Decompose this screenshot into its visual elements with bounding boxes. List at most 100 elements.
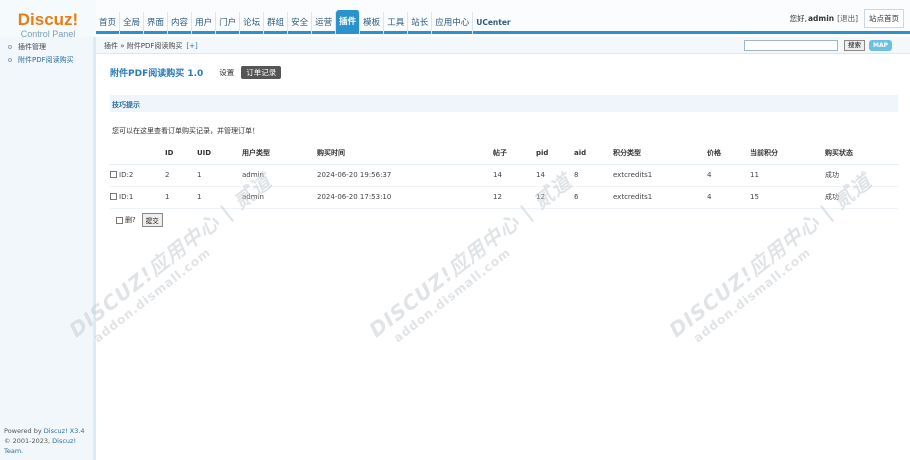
column-header: 购买状态 [825, 143, 898, 165]
nav-extended[interactable]: 运营 [312, 12, 337, 34]
nav-cloudaddons[interactable]: 应用中心 [432, 12, 474, 34]
row-select-label: ID:2 [119, 171, 134, 179]
row-select-cell: ID:1 [110, 186, 165, 209]
search-button[interactable]: 搜索 [844, 40, 865, 51]
row-select-label: ID:1 [119, 193, 134, 201]
add-shortcut-link[interactable]: [+] [186, 42, 197, 50]
table-row: ID:2 2 1 admin 2024-06-20 19:56:37 14 14… [110, 164, 898, 187]
bulk-actions: 删? 提交 [116, 213, 163, 227]
cell-aid: 8 [574, 164, 613, 187]
cell-tid: 12 [493, 186, 536, 209]
cell-time: 2024-06-20 19:56:37 [317, 164, 493, 187]
logo-text: Discuz! [17, 10, 79, 29]
tip-text: 您可以在这里查看订单购买记录，并管理订单！ [112, 127, 259, 135]
sidebar-item-label: 附件PDF阅读购买 [18, 55, 74, 64]
user-area: 您好, admin [退出] 站点首页 [790, 9, 904, 28]
nav-tools[interactable]: 工具 [384, 12, 409, 34]
tab-orders[interactable]: 订单记录 [241, 66, 282, 79]
tip-bar: 技巧提示 [110, 95, 898, 112]
product-link[interactable]: Discuz! X3.4 [44, 427, 85, 435]
column-header-select [110, 143, 165, 165]
sub-bar: 插件 » 附件PDF阅读购买 [+] 搜索 MAP [96, 37, 910, 54]
table-header-row: ID UID 用户类型 购买时间 帖子 pid aid 积分类型 价格 当前积分… [110, 143, 898, 165]
page-title: 附件PDF阅读购买 1.0 [110, 69, 204, 79]
powered-by: Powered by [4, 427, 42, 435]
watermark-line2: addon.dismall.com [390, 245, 514, 346]
table-row: ID:1 1 1 admin 2024-06-20 17:53:10 12 12… [110, 186, 898, 209]
bullet-icon [8, 57, 12, 62]
column-header: 帖子 [493, 143, 536, 165]
submit-button[interactable]: 提交 [141, 213, 163, 227]
column-header: pid [536, 143, 574, 165]
nav-plugin[interactable]: 插件 [336, 10, 361, 34]
sidebar: 插件管理 附件PDF阅读购买 Powered by Discuz! X3.4 ©… [0, 37, 96, 460]
nav-forum[interactable]: 论坛 [240, 12, 265, 34]
nav-founder[interactable]: 站长 [408, 12, 433, 34]
main-content: 附件PDF阅读购买 1.0 设置 订单记录 技巧提示 您可以在这里查看订单购买记… [110, 54, 900, 227]
orders-table: ID UID 用户类型 购买时间 帖子 pid aid 积分类型 价格 当前积分… [110, 143, 898, 209]
nav-group[interactable]: 群组 [264, 12, 289, 34]
row-select-cell: ID:2 [110, 164, 165, 187]
tab-settings[interactable]: 设置 [219, 67, 234, 78]
tip-title: 技巧提示 [112, 101, 140, 109]
cell-status: 成功 [825, 186, 898, 209]
site-home-button[interactable]: 站点首页 [864, 9, 904, 28]
cell-usertype: admin [242, 164, 317, 187]
cell-id: 2 [165, 164, 197, 187]
cell-uid: 1 [197, 186, 242, 209]
cell-credit-type: extcredits1 [613, 186, 707, 209]
cell-pid: 14 [536, 164, 574, 187]
cell-current-credit: 15 [750, 186, 825, 209]
watermark-line2: addon.dismall.com [690, 245, 814, 346]
sidebar-item-label: 插件管理 [18, 42, 46, 51]
nav-home[interactable]: 首页 [96, 12, 121, 34]
delete-label: 删? [125, 216, 136, 224]
greeting: 您好, [789, 14, 807, 23]
row-checkbox[interactable] [110, 193, 117, 200]
column-header: ID [165, 143, 197, 165]
nav-template[interactable]: 模板 [360, 12, 385, 34]
sidebar-item-plugin-manage[interactable]: 插件管理 [0, 40, 93, 53]
sidebar-item-pdf-purchase[interactable]: 附件PDF阅读购买 [0, 53, 93, 66]
cell-uid: 1 [197, 164, 242, 187]
sidebar-list: 插件管理 附件PDF阅读购买 [0, 37, 93, 65]
sidebar-footer: Powered by Discuz! X3.4 © 2001-2023, Dis… [4, 426, 93, 456]
column-header: 积分类型 [613, 143, 707, 165]
copyright: © 2001-2023, [4, 437, 51, 445]
admin-panel: Discuz! Control Panel 首页 全局 界面 内容 用户 门户 … [0, 0, 910, 460]
map-button[interactable]: MAP [869, 40, 893, 51]
column-header: 购买时间 [317, 143, 493, 165]
row-checkbox[interactable] [110, 171, 117, 178]
nav-global[interactable]: 全局 [120, 12, 145, 34]
logo[interactable]: Discuz! Control Panel [0, 0, 96, 39]
cell-id: 1 [165, 186, 197, 209]
column-header: 用户类型 [242, 143, 317, 165]
search-input[interactable] [744, 40, 838, 51]
nav-content[interactable]: 内容 [168, 12, 193, 34]
breadcrumb: 插件 » 附件PDF阅读购买 [+] [104, 41, 198, 51]
cell-status: 成功 [825, 164, 898, 187]
column-header: 当前积分 [750, 143, 825, 165]
nav-safe[interactable]: 安全 [288, 12, 313, 34]
nav-ucenter[interactable]: UCenter [473, 12, 513, 34]
top-nav: 首页 全局 界面 内容 用户 门户 论坛 群组 安全 运营 插件 模板 工具 站… [96, 10, 514, 34]
nav-portal[interactable]: 门户 [216, 12, 241, 34]
cell-credit-type: extcredits1 [613, 164, 707, 187]
nav-style[interactable]: 界面 [144, 12, 169, 34]
cell-time: 2024-06-20 17:53:10 [317, 186, 493, 209]
logout-link[interactable]: [退出] [837, 13, 858, 24]
nav-user[interactable]: 用户 [192, 12, 217, 34]
breadcrumb-text: 插件 » 附件PDF阅读购买 [104, 42, 183, 50]
username: admin [807, 14, 835, 23]
title-bar: 附件PDF阅读购买 1.0 设置 订单记录 [110, 54, 900, 91]
cell-tid: 14 [493, 164, 536, 187]
cell-aid: 6 [574, 186, 613, 209]
bullet-icon [8, 44, 12, 49]
cell-current-credit: 11 [750, 164, 825, 187]
column-header: UID [197, 143, 242, 165]
column-header: 价格 [707, 143, 750, 165]
cell-usertype: admin [242, 186, 317, 209]
cell-price: 4 [707, 164, 750, 187]
cell-price: 4 [707, 186, 750, 209]
delete-checkbox[interactable] [116, 216, 123, 224]
